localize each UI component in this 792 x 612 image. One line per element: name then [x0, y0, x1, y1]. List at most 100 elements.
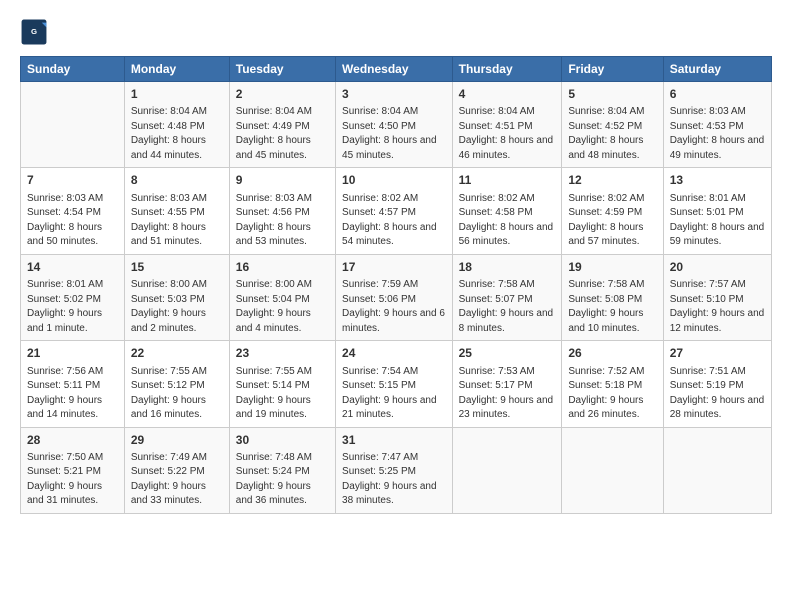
cell-sun-info: Sunrise: 8:04 AMSunset: 4:50 PMDaylight:… — [342, 105, 446, 163]
day-number: 9 — [236, 172, 329, 189]
calendar-cell: 2 Sunrise: 8:04 AMSunset: 4:49 PMDaylight… — [229, 82, 335, 168]
calendar-cell: 7 Sunrise: 8:03 AMSunset: 4:54 PMDaylight… — [21, 168, 125, 254]
cell-sun-info: Sunrise: 8:01 AMSunset: 5:02 PMDaylight:… — [27, 278, 118, 336]
cell-sun-info: Sunrise: 8:03 AMSunset: 4:56 PMDaylight:… — [236, 192, 329, 250]
day-number: 22 — [131, 345, 223, 362]
calendar-cell: 6Sunrise: 8:03 AMSunset: 4:53 PMDaylight… — [663, 82, 771, 168]
cell-sun-info: Sunrise: 7:47 AMSunset: 5:25 PMDaylight:… — [342, 451, 446, 509]
cell-sun-info: Sunrise: 8:04 AMSunset: 4:49 PMDaylight:… — [236, 105, 329, 163]
calendar-cell: 16Sunrise: 8:00 AMSunset: 5:04 PMDayligh… — [229, 254, 335, 340]
cell-sun-info: Sunrise: 8:04 AMSunset: 4:52 PMDaylight:… — [568, 105, 656, 163]
logo-icon: G — [20, 18, 48, 46]
calendar-cell: 8 Sunrise: 8:03 AMSunset: 4:55 PMDaylight… — [124, 168, 229, 254]
cell-sun-info: Sunrise: 7:55 AMSunset: 5:14 PMDaylight:… — [236, 365, 329, 423]
day-number: 10 — [342, 172, 446, 189]
day-number: 4 — [459, 86, 556, 103]
calendar-cell: 4 Sunrise: 8:04 AMSunset: 4:51 PMDaylight… — [452, 82, 562, 168]
week-row-3: 14 Sunrise: 8:01 AMSunset: 5:02 PMDayligh… — [21, 254, 772, 340]
cell-sun-info: Sunrise: 7:54 AMSunset: 5:15 PMDaylight:… — [342, 365, 446, 423]
cell-sun-info: Sunrise: 8:02 AMSunset: 4:57 PMDaylight:… — [342, 192, 446, 250]
day-number: 31 — [342, 432, 446, 449]
calendar-cell: 14 Sunrise: 8:01 AMSunset: 5:02 PMDayligh… — [21, 254, 125, 340]
day-number: 23 — [236, 345, 329, 362]
day-number: 30 — [236, 432, 329, 449]
calendar-cell: 17 Sunrise: 7:59 AMSunset: 5:06 PMDayligh… — [336, 254, 453, 340]
header-saturday: Saturday — [663, 57, 771, 82]
calendar-cell: 28 Sunrise: 7:50 AMSunset: 5:21 PMDayligh… — [21, 427, 125, 513]
calendar-cell: 11 Sunrise: 8:02 AMSunset: 4:58 PMDayligh… — [452, 168, 562, 254]
day-number: 20 — [670, 259, 765, 276]
cell-sun-info: Sunrise: 8:03 AMSunset: 4:54 PMDaylight:… — [27, 192, 118, 250]
cell-sun-info: Sunrise: 7:59 AMSunset: 5:06 PMDaylight:… — [342, 278, 446, 336]
day-number: 13 — [670, 172, 765, 189]
calendar-cell: 1 Sunrise: 8:04 AMSunset: 4:48 PMDaylight… — [124, 82, 229, 168]
day-number: 2 — [236, 86, 329, 103]
calendar-cell: 24 Sunrise: 7:54 AMSunset: 5:15 PMDayligh… — [336, 341, 453, 427]
cell-sun-info: Sunrise: 8:04 AMSunset: 4:51 PMDaylight:… — [459, 105, 556, 163]
day-number: 29 — [131, 432, 223, 449]
cell-sun-info: Sunrise: 8:03 AMSunset: 4:55 PMDaylight:… — [131, 192, 223, 250]
day-number: 24 — [342, 345, 446, 362]
week-row-5: 28 Sunrise: 7:50 AMSunset: 5:21 PMDayligh… — [21, 427, 772, 513]
calendar-cell: 25 Sunrise: 7:53 AMSunset: 5:17 PMDayligh… — [452, 341, 562, 427]
calendar-cell — [663, 427, 771, 513]
day-number: 26 — [568, 345, 656, 362]
cell-sun-info: Sunrise: 8:00 AMSunset: 5:04 PMDaylight:… — [236, 278, 329, 336]
calendar-cell: 22 Sunrise: 7:55 AMSunset: 5:12 PMDayligh… — [124, 341, 229, 427]
day-number: 12 — [568, 172, 656, 189]
day-number: 27 — [670, 345, 765, 362]
day-number: 17 — [342, 259, 446, 276]
calendar-cell — [562, 427, 663, 513]
calendar-cell: 31 Sunrise: 7:47 AMSunset: 5:25 PMDayligh… — [336, 427, 453, 513]
cell-sun-info: Sunrise: 7:55 AMSunset: 5:12 PMDaylight:… — [131, 365, 223, 423]
calendar-cell: 18Sunrise: 7:58 AMSunset: 5:07 PMDayligh… — [452, 254, 562, 340]
week-row-1: 1 Sunrise: 8:04 AMSunset: 4:48 PMDaylight… — [21, 82, 772, 168]
cell-sun-info: Sunrise: 8:00 AMSunset: 5:03 PMDaylight:… — [131, 278, 223, 336]
calendar-cell: 19Sunrise: 7:58 AMSunset: 5:08 PMDayligh… — [562, 254, 663, 340]
cell-sun-info: Sunrise: 7:49 AMSunset: 5:22 PMDaylight:… — [131, 451, 223, 509]
day-number: 18 — [459, 259, 556, 276]
cell-sun-info: Sunrise: 8:02 AMSunset: 4:58 PMDaylight:… — [459, 192, 556, 250]
header-sunday: Sunday — [21, 57, 125, 82]
day-number: 28 — [27, 432, 118, 449]
day-number: 3 — [342, 86, 446, 103]
day-number: 1 — [131, 86, 223, 103]
cell-sun-info: Sunrise: 8:02 AMSunset: 4:59 PMDaylight:… — [568, 192, 656, 250]
day-number: 7 — [27, 172, 118, 189]
day-number: 8 — [131, 172, 223, 189]
week-row-2: 7 Sunrise: 8:03 AMSunset: 4:54 PMDaylight… — [21, 168, 772, 254]
header-wednesday: Wednesday — [336, 57, 453, 82]
calendar-cell: 26Sunrise: 7:52 AMSunset: 5:18 PMDayligh… — [562, 341, 663, 427]
calendar-cell: 13 Sunrise: 8:01 AMSunset: 5:01 PMDayligh… — [663, 168, 771, 254]
calendar-cell: 15Sunrise: 8:00 AMSunset: 5:03 PMDayligh… — [124, 254, 229, 340]
calendar-cell — [452, 427, 562, 513]
header-thursday: Thursday — [452, 57, 562, 82]
cell-sun-info: Sunrise: 7:56 AMSunset: 5:11 PMDaylight:… — [27, 365, 118, 423]
calendar-cell: 20 Sunrise: 7:57 AMSunset: 5:10 PMDayligh… — [663, 254, 771, 340]
calendar-cell: 10 Sunrise: 8:02 AMSunset: 4:57 PMDayligh… — [336, 168, 453, 254]
calendar-cell — [21, 82, 125, 168]
cell-sun-info: Sunrise: 8:01 AMSunset: 5:01 PMDaylight:… — [670, 192, 765, 250]
calendar-cell: 23 Sunrise: 7:55 AMSunset: 5:14 PMDayligh… — [229, 341, 335, 427]
cell-sun-info: Sunrise: 8:03 AMSunset: 4:53 PMDaylight:… — [670, 105, 765, 163]
logo: G — [20, 18, 52, 46]
calendar-table: SundayMondayTuesdayWednesdayThursdayFrid… — [20, 56, 772, 514]
week-row-4: 21 Sunrise: 7:56 AMSunset: 5:11 PMDayligh… — [21, 341, 772, 427]
calendar-cell: 3 Sunrise: 8:04 AMSunset: 4:50 PMDaylight… — [336, 82, 453, 168]
cell-sun-info: Sunrise: 7:57 AMSunset: 5:10 PMDaylight:… — [670, 278, 765, 336]
calendar-header-row: SundayMondayTuesdayWednesdayThursdayFrid… — [21, 57, 772, 82]
cell-sun-info: Sunrise: 7:50 AMSunset: 5:21 PMDaylight:… — [27, 451, 118, 509]
day-number: 14 — [27, 259, 118, 276]
calendar-cell: 29 Sunrise: 7:49 AMSunset: 5:22 PMDayligh… — [124, 427, 229, 513]
cell-sun-info: Sunrise: 7:53 AMSunset: 5:17 PMDaylight:… — [459, 365, 556, 423]
cell-sun-info: Sunrise: 7:48 AMSunset: 5:24 PMDaylight:… — [236, 451, 329, 509]
cell-sun-info: Sunrise: 8:04 AMSunset: 4:48 PMDaylight:… — [131, 105, 223, 163]
header-tuesday: Tuesday — [229, 57, 335, 82]
day-number: 11 — [459, 172, 556, 189]
day-number: 25 — [459, 345, 556, 362]
calendar-cell: 30 Sunrise: 7:48 AMSunset: 5:24 PMDayligh… — [229, 427, 335, 513]
cell-sun-info: Sunrise: 7:58 AMSunset: 5:08 PMDaylight:… — [568, 278, 656, 336]
day-number: 21 — [27, 345, 118, 362]
header-friday: Friday — [562, 57, 663, 82]
calendar-cell: 5Sunrise: 8:04 AMSunset: 4:52 PMDaylight… — [562, 82, 663, 168]
